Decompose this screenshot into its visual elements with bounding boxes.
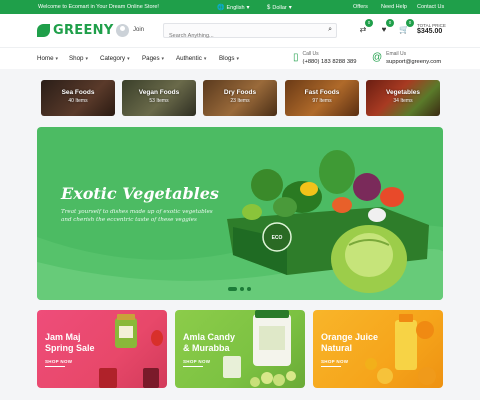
welcome-message: Welcome to Ecomart in Your Dream Online … — [38, 4, 159, 10]
nav-item-blogs[interactable]: Blogs ▾ — [219, 55, 239, 62]
promo-title-line2: & Murabba — [183, 343, 230, 353]
wishlist-badge: 0 — [386, 19, 394, 27]
phone-icon: ▯ — [293, 52, 299, 63]
chevron-down-icon: ▾ — [246, 5, 250, 11]
hero-title: Exotic Vegetables — [61, 184, 219, 203]
call-us-number: (+880) 183 8288 389 — [302, 59, 357, 65]
nav-item-category[interactable]: Category ▾ — [100, 55, 130, 62]
cart-badge: 0 — [406, 19, 414, 27]
globe-icon: 🌐 — [217, 5, 225, 11]
heart-icon[interactable]: ♥ 0 — [378, 19, 394, 36]
compare-badge: 0 — [365, 19, 373, 27]
at-sign-icon: @ — [372, 52, 383, 63]
nav-label: Authentic — [176, 55, 202, 62]
main-nav: Home ▾ Shop ▾ Category ▾ Pages ▾ Authentic ▾ … — [0, 47, 480, 69]
need-help-link[interactable]: Need Help — [381, 4, 407, 10]
shop-now-underline — [183, 366, 203, 367]
leaf-logo-icon — [37, 24, 50, 37]
shop-now-underline — [321, 366, 341, 367]
cart-icon[interactable]: 🛒 0 — [398, 19, 414, 36]
nav-label: Home — [37, 55, 54, 62]
category-count: 53 Items — [149, 98, 169, 104]
chevron-down-icon: ▾ — [288, 5, 292, 11]
svg-text:ECO: ECO — [272, 235, 283, 241]
nav-label: Category — [100, 55, 126, 62]
shop-now-underline — [45, 366, 65, 367]
currency-label: Dollar — [272, 4, 287, 11]
promo-card-amla[interactable]: Amla Candy & Murabba SHOP NOW — [175, 310, 305, 388]
category-strip: Sea Foods 40 Items Vegan Foods 53 Items … — [0, 80, 480, 116]
shop-now-link[interactable]: SHOP NOW — [45, 359, 72, 364]
category-card-sea-foods[interactable]: Sea Foods 40 Items — [41, 80, 115, 116]
category-name: Sea Foods — [61, 89, 95, 96]
category-name: Vegetables — [386, 89, 420, 96]
promo-title: Orange Juice Natural — [321, 332, 378, 354]
carousel-dot[interactable] — [240, 287, 244, 291]
promo-card-orange-juice[interactable]: Orange Juice Natural SHOP NOW — [313, 310, 443, 388]
category-count: 40 Items — [68, 98, 88, 104]
promo-title-line2: Natural — [321, 343, 353, 353]
category-count: 34 Items — [393, 98, 413, 104]
category-count: 97 Items — [312, 98, 332, 104]
category-card-fast-foods[interactable]: Fast Foods 97 Items — [285, 80, 359, 116]
chevron-down-icon: ▾ — [161, 55, 165, 62]
email-us-label: Email Us — [386, 51, 407, 57]
category-name: Dry Foods — [223, 89, 257, 96]
user-avatar[interactable] — [116, 24, 129, 37]
money-icon: $ — [267, 4, 271, 11]
header: GREENY Join ⌕ ⇄0 ♥0 🛒0 TOTAL PRICE $345.… — [0, 14, 480, 47]
nav-label: Pages — [142, 55, 160, 62]
search-icon[interactable]: ⌕ — [328, 26, 332, 34]
nav-label: Shop — [69, 55, 84, 62]
shop-now-link[interactable]: SHOP NOW — [321, 359, 348, 364]
chevron-down-icon: ▾ — [55, 55, 59, 62]
promo-title-line2: Spring Sale — [45, 343, 95, 353]
category-card-vegetables[interactable]: Vegetables 34 Items — [366, 80, 440, 116]
join-link[interactable]: Join — [133, 27, 144, 33]
category-name: Fast Foods — [304, 89, 340, 96]
promo-title: Jam Maj Spring Sale — [45, 332, 95, 354]
compare-icon[interactable]: ⇄ 0 — [357, 19, 373, 36]
carousel-dot-active[interactable] — [228, 287, 237, 291]
carousel-dots — [228, 287, 251, 291]
brand-name: GREENY — [53, 23, 114, 38]
language-label: English — [226, 4, 245, 11]
search-input[interactable] — [164, 29, 314, 43]
hero-subtitle: Treat yourself to dishes made up of exot… — [61, 209, 213, 223]
cart-total[interactable]: TOTAL PRICE $345.00 — [417, 23, 446, 37]
brand-logo[interactable]: GREENY — [37, 23, 114, 38]
promo-title: Amla Candy & Murabba — [183, 332, 235, 354]
category-card-dry-foods[interactable]: Dry Foods 23 Items — [203, 80, 277, 116]
top-bar: Welcome to Ecomart in Your Dream Online … — [0, 0, 480, 14]
nav-item-shop[interactable]: Shop ▾ — [69, 55, 88, 62]
category-card-vegan-foods[interactable]: Vegan Foods 53 Items — [122, 80, 196, 116]
offers-link[interactable]: Offers — [353, 4, 368, 10]
category-name: Vegan Foods — [138, 89, 180, 96]
chevron-down-icon: ▾ — [127, 55, 130, 62]
chevron-down-icon: ▾ — [236, 55, 239, 62]
chevron-down-icon: ▾ — [203, 55, 207, 62]
call-us-label: Call Us — [302, 51, 319, 57]
promo-title-line1: Amla Candy — [183, 332, 236, 342]
nav-item-pages[interactable]: Pages ▾ — [142, 55, 164, 62]
category-count: 23 Items — [230, 98, 250, 104]
language-selector[interactable]: 🌐 English ▾ — [217, 4, 250, 12]
nav-item-authentic[interactable]: Authentic ▾ — [176, 55, 206, 62]
email-us-block[interactable]: @ Email Us support@greeny.com — [372, 51, 441, 66]
currency-selector[interactable]: $ Dollar ▾ — [267, 4, 292, 12]
promo-title-line1: Orange Juice — [321, 332, 379, 342]
shop-now-link[interactable]: SHOP NOW — [183, 359, 210, 364]
search-bar: ⌕ — [163, 23, 337, 43]
call-us-block[interactable]: ▯ Call Us (+880) 183 8288 389 — [293, 51, 357, 66]
carousel-dot[interactable] — [247, 287, 251, 291]
promo-card-jam[interactable]: Jam Maj Spring Sale SHOP NOW — [37, 310, 167, 388]
nav-label: Blogs — [219, 55, 235, 62]
chevron-down-icon: ▾ — [85, 55, 88, 62]
hero-banner[interactable]: ECO Exotic Vegetables Treat yourself to … — [37, 127, 443, 300]
promo-title-line1: Jam Maj — [45, 332, 81, 342]
nav-item-home[interactable]: Home ▾ — [37, 55, 58, 62]
total-price-value: $345.00 — [417, 28, 443, 36]
contact-us-link[interactable]: Contact Us — [417, 4, 444, 10]
email-us-address: support@greeny.com — [386, 59, 442, 65]
